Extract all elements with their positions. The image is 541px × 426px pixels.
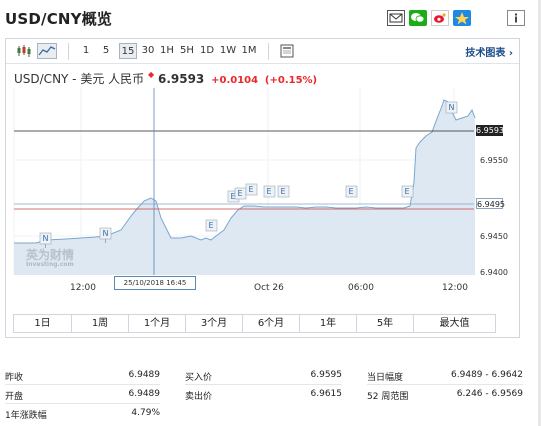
day-range-label: 当日幅度 — [367, 373, 404, 383]
x-tick-label: Oct 26 — [254, 283, 284, 293]
bid-label: 买入价 — [185, 373, 213, 383]
price-chart[interactable]: N N E E E E E E E E N — [6, 88, 520, 294]
interval-1[interactable]: 1 — [80, 43, 92, 59]
technical-chart-link[interactable]: 技术图表 › — [465, 44, 513, 59]
weibo-icon[interactable] — [431, 10, 449, 26]
svg-text:E: E — [209, 221, 214, 230]
x-tick-label: 12:00 — [442, 283, 468, 293]
ask-value: 6.9615 — [310, 389, 343, 399]
svg-text:E: E — [238, 189, 243, 198]
info-icon[interactable] — [507, 10, 525, 26]
event-marker: E — [401, 185, 414, 198]
watermark-logo: 英为财情 Investing.com — [26, 249, 74, 269]
row-divider — [5, 384, 160, 385]
period-1d[interactable]: 1日 — [14, 315, 72, 332]
interval-5h[interactable]: 5H — [179, 43, 195, 59]
interval-30[interactable]: 30 — [140, 43, 156, 59]
event-marker: E — [205, 219, 218, 232]
price-change-pct: (+0.15%) — [264, 75, 318, 86]
week52-range-label: 52 周范围 — [367, 392, 409, 402]
y-tick-label: 6.9400 — [480, 268, 508, 277]
interval-1d[interactable]: 1D — [199, 43, 215, 59]
period-3m[interactable]: 3个月 — [186, 315, 243, 332]
svg-text:E: E — [281, 187, 286, 196]
crosshair-date-label: 25/10/2018 16:45 — [114, 276, 196, 290]
mail-icon[interactable] — [387, 10, 405, 26]
row-divider — [185, 384, 342, 385]
news-marker: N — [445, 101, 458, 114]
period-selector: 1日 1周 1个月 3个月 6个月 1年 5年 最大值 — [13, 314, 496, 333]
chevron-right-icon: › — [505, 48, 513, 59]
event-marker: E — [245, 183, 258, 196]
period-max[interactable]: 最大值 — [414, 315, 495, 332]
open-value: 6.9489 — [128, 389, 161, 399]
svg-text:E: E — [349, 187, 354, 196]
level-tag: 6.9495 — [476, 198, 505, 209]
year-change-label: 1年涨跌幅 — [5, 411, 47, 421]
event-marker: E — [263, 185, 276, 198]
svg-text:N: N — [103, 229, 109, 238]
toolbar-separator — [68, 43, 69, 60]
area-chart-icon[interactable] — [37, 43, 57, 59]
watermark-cn: 英为财情 — [26, 248, 75, 262]
year-change-value: 4.79% — [131, 408, 160, 418]
up-indicator-icon: ◆ — [147, 70, 155, 79]
period-1m[interactable]: 1个月 — [129, 315, 186, 332]
interval-1w[interactable]: 1W — [219, 43, 237, 59]
period-5y[interactable]: 5年 — [357, 315, 414, 332]
interval-15[interactable]: 15 — [119, 43, 137, 59]
y-tick-label: 6.9450 — [480, 232, 508, 241]
interval-1m[interactable]: 1M — [240, 43, 258, 59]
toolbar-separator — [268, 43, 269, 60]
row-divider — [367, 384, 523, 385]
svg-text:N: N — [449, 103, 455, 112]
chart-toolbar: 1 5 15 30 1H 5H 1D 1W 1M 技术图表 › — [6, 39, 519, 64]
technical-chart-label: 技术图表 — [465, 48, 506, 59]
x-tick-label: 06:00 — [348, 283, 374, 293]
candlestick-icon[interactable] — [15, 43, 33, 59]
fullscreen-icon[interactable] — [278, 43, 296, 59]
event-marker: E — [277, 185, 290, 198]
interval-5[interactable]: 5 — [100, 43, 112, 59]
row-divider — [5, 403, 160, 404]
bid-value: 6.9595 — [310, 370, 343, 380]
day-range-value: 6.9489 - 6.9642 — [451, 370, 523, 380]
open-label: 开盘 — [5, 392, 24, 402]
period-1y[interactable]: 1年 — [300, 315, 357, 332]
watermark-en: Investing.com — [26, 261, 74, 268]
week52-range-value: 6.246 - 6.9569 — [456, 389, 523, 399]
wechat-icon[interactable] — [409, 10, 427, 26]
prev-close-value: 6.9489 — [128, 370, 161, 380]
interval-1h[interactable]: 1H — [159, 43, 175, 59]
x-tick-label: 12:00 — [70, 283, 96, 293]
svg-text:E: E — [267, 187, 272, 196]
event-marker: E — [234, 187, 247, 200]
last-price: 6.9593 — [157, 72, 205, 86]
svg-text:E: E — [249, 185, 254, 194]
svg-text:E: E — [405, 187, 410, 196]
last-price-tag: 6.9593 — [476, 125, 504, 136]
prev-close-label: 昨收 — [5, 373, 24, 383]
qzone-icon[interactable] — [453, 10, 471, 26]
quote-header: USD/CNY - 美元 人民币 ◆ 6.9593 +0.0104 (+0.15… — [14, 70, 317, 87]
instrument-name: USD/CNY - 美元 人民币 — [14, 72, 145, 86]
svg-text:N: N — [43, 234, 49, 243]
ask-label: 卖出价 — [185, 392, 213, 402]
y-tick-label: 6.9550 — [480, 156, 508, 165]
period-1w[interactable]: 1周 — [72, 315, 129, 332]
price-change: +0.0104 — [211, 75, 259, 86]
period-6m[interactable]: 6个月 — [243, 315, 300, 332]
page-title: USD/CNY概览 — [5, 10, 113, 28]
event-marker: E — [345, 185, 358, 198]
